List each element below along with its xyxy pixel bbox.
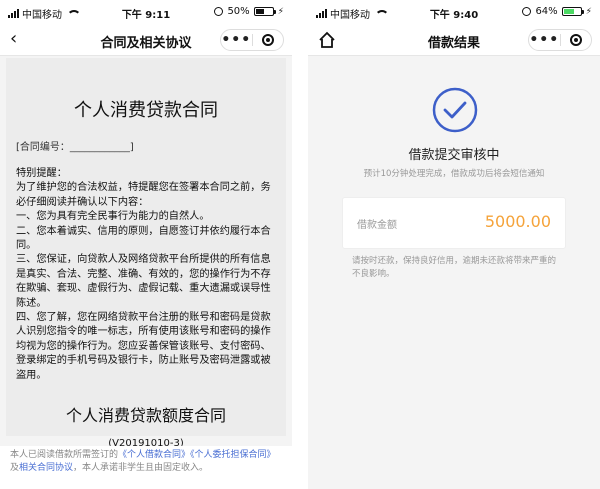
check-circle-icon	[432, 87, 478, 133]
battery-icon	[253, 7, 276, 16]
nav-bar: 借款结果 •••	[308, 24, 600, 56]
body-line: 四、您了解，您在网络贷款平台注册的账号和密码是贷款人识别您指令的唯一标志，所有使…	[16, 312, 271, 381]
review-status-title: 借款提交审核中	[408, 148, 500, 163]
close-mini-program-button[interactable]	[561, 34, 592, 46]
battery-percent: 50%	[227, 6, 250, 17]
guarantee-contract-link[interactable]: 《个人委托担保合同》	[190, 450, 276, 460]
more-button[interactable]: •••	[221, 31, 252, 49]
loan-result-panel: 借款提交审核中 预计10分钟处理完成，借款成功后将会短信通知 借款金额 5000…	[308, 57, 600, 489]
body-line: 三、您保证，向贷款人及网络贷款平台所提供的所有信息是真实、合法、完整、准确、有效…	[16, 254, 271, 309]
mini-program-capsule: •••	[220, 29, 284, 51]
contract-screen: 中国移动 下午 9:11 50% ⚡ ‹ 合同及相关协议 ••• 个人消费贷款合…	[0, 0, 292, 489]
related-agreements-link[interactable]: 相关合同协议	[19, 463, 73, 473]
contract-title: 个人消费贷款合同	[74, 100, 218, 121]
loan-amount-value: 5000.00	[484, 212, 551, 231]
nav-bar: ‹ 合同及相关协议 •••	[0, 24, 292, 56]
battery-percent: 64%	[535, 6, 558, 17]
charging-icon: ⚡	[277, 6, 284, 17]
alarm-icon	[214, 7, 224, 16]
charging-icon: ⚡	[585, 6, 592, 17]
body-line: 特别提醒：	[16, 168, 67, 179]
contract-body: 特别提醒： 为了维护您的合法权益，特提醒您在签署本合同之前，务必仔细阅读并确认以…	[16, 167, 276, 383]
mini-program-capsule: •••	[528, 29, 592, 51]
body-line: 一、您为具有完全民事行为能力的自然人。	[16, 211, 210, 223]
contract-title-2: 个人消费贷款额度合同	[65, 406, 226, 425]
agreement-footer: 本人已阅读借款所需签订的《个人借款合同》《个人委托担保合同》及相关合同协议，本人…	[0, 446, 292, 489]
contract-document[interactable]: 个人消费贷款合同 [合同编号：____________] 特别提醒： 为了维护您…	[6, 58, 286, 436]
close-mini-program-button[interactable]	[253, 34, 284, 46]
loan-amount-label: 借款金额	[357, 220, 397, 231]
personal-loan-contract-link[interactable]: 《个人借款合同》	[118, 450, 190, 460]
status-bar: 中国移动 下午 9:40 64% ⚡	[308, 0, 600, 24]
contract-number: [合同编号：____________]	[16, 142, 134, 153]
loan-result-screen: 中国移动 下午 9:40 64% ⚡ 借款结果 ••• 借款提交审核中 预计10…	[308, 0, 600, 489]
review-status-tip: 预计10分钟处理完成，借款成功后将会短信通知	[363, 169, 545, 179]
target-icon	[569, 34, 582, 46]
alarm-icon	[522, 7, 532, 16]
status-bar: 中国移动 下午 9:11 50% ⚡	[0, 0, 292, 24]
body-line: 为了维护您的合法权益，特提醒您在签署本合同之前，务必仔细阅读并确认以下内容：	[16, 182, 271, 208]
repayment-notice: 请按时还款，保持良好信用，逾期未还款将带来严重的不良影响。	[352, 256, 557, 279]
loan-amount-box: 借款金额 5000.00	[342, 197, 566, 249]
target-icon	[261, 34, 274, 46]
battery-icon	[561, 7, 584, 16]
body-line: 二、您本着诚实、信用的原则，自愿签订并依约履行本合同。	[16, 225, 271, 252]
more-button[interactable]: •••	[529, 31, 560, 49]
